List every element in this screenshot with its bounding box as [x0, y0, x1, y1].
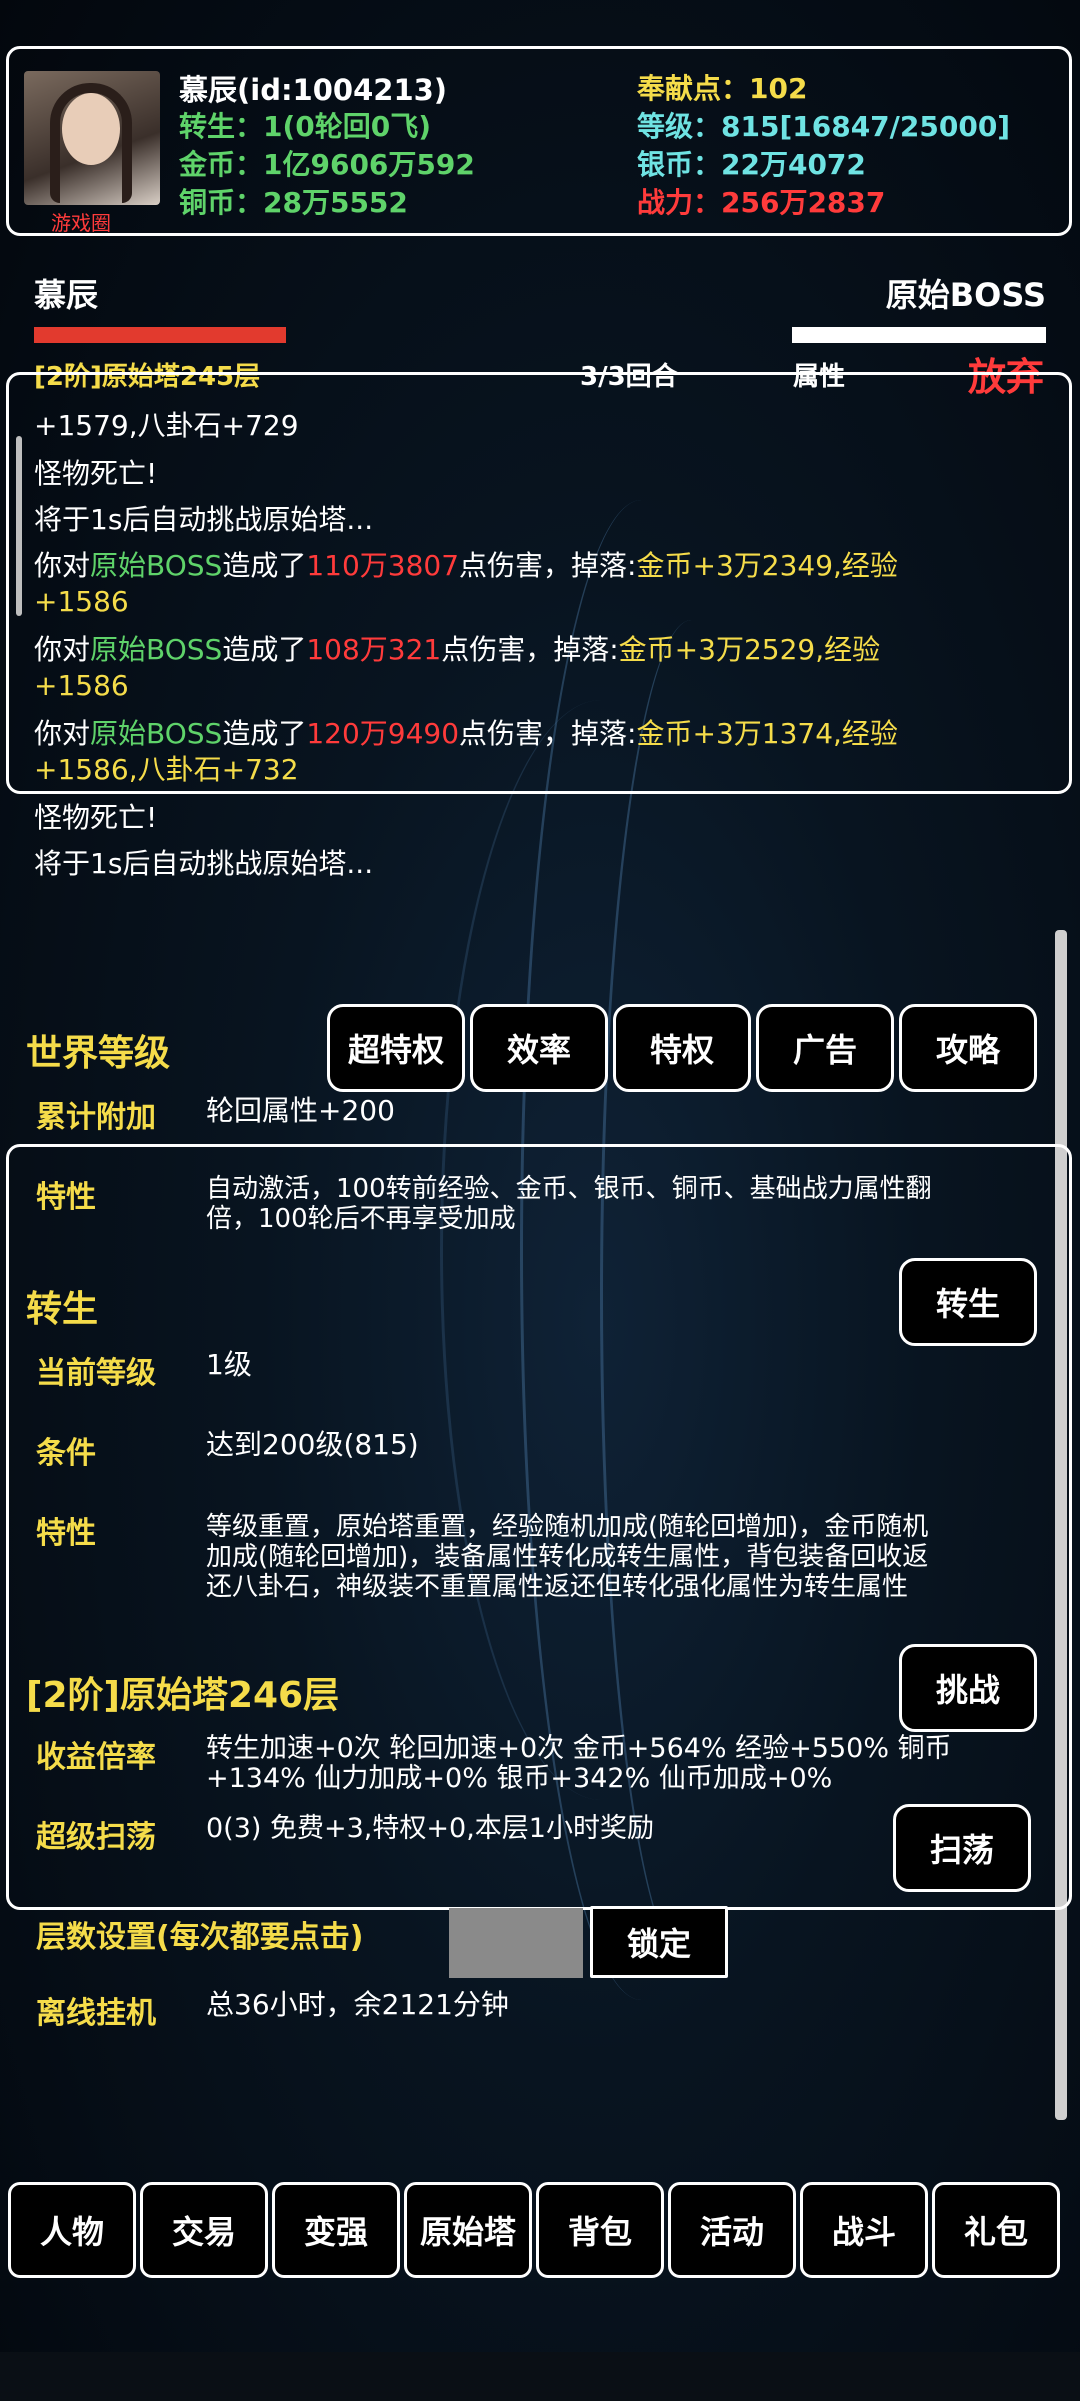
- player-copper: 铜币：28万5552: [179, 186, 408, 219]
- condition-label: 条件: [36, 1436, 96, 1471]
- log-line: 怪物死亡!: [34, 457, 158, 490]
- nav-bag[interactable]: 背包: [536, 2182, 664, 2278]
- yield-label: 收益倍率: [36, 1740, 156, 1775]
- nav-upgrade[interactable]: 变强: [272, 2182, 400, 2278]
- log-scrollbar[interactable]: [16, 436, 22, 616]
- super-privilege-button[interactable]: 超特权: [327, 1004, 465, 1092]
- yield-value: 转生加速+0次 轮回加速+0次 金币+564% 经验+550% 铜币+134% …: [206, 1733, 952, 1794]
- nav-tower[interactable]: 原始塔: [404, 2182, 532, 2278]
- offline-value: 总36小时，余2121分钟: [206, 1988, 509, 2021]
- log-entry: 你对原始BOSS造成了120万9490点伤害，掉落:金币+3万1374,经验 +1…: [34, 717, 898, 786]
- log-entry: 你对原始BOSS造成了108万321点伤害，掉落:金币+3万2529,经验 +15…: [34, 633, 881, 702]
- offline-label: 离线挂机: [36, 1996, 156, 2031]
- player-hp-bar: [34, 327, 286, 343]
- nav-events[interactable]: 活动: [668, 2182, 796, 2278]
- efficiency-button[interactable]: 效率: [470, 1004, 608, 1092]
- log-line: 将于1s后自动挑战原始塔...: [34, 847, 374, 880]
- sweep-button[interactable]: 扫荡: [893, 1804, 1031, 1892]
- lock-button[interactable]: 锁定: [590, 1906, 728, 1978]
- trait2-label: 特性: [36, 1516, 96, 1551]
- player-silver: 银币：22万4072: [637, 148, 866, 181]
- guide-button[interactable]: 攻略: [899, 1004, 1037, 1092]
- battle-player-name: 慕辰: [34, 276, 99, 314]
- player-level: 等级：815[16847/25000]: [637, 110, 1011, 143]
- challenge-button[interactable]: 挑战: [899, 1644, 1037, 1732]
- enemy-hp-bar: [792, 327, 1046, 343]
- nav-battle[interactable]: 战斗: [800, 2182, 928, 2278]
- current-level-label: 当前等级: [36, 1356, 156, 1391]
- battle-enemy-name: 原始BOSS: [885, 276, 1046, 314]
- trait2-value: 等级重置，原始塔重置，经验随机加成(随轮回增加)，金币随机加成(随轮回增加)，装…: [206, 1512, 929, 1602]
- rebirth-button[interactable]: 转生: [899, 1258, 1037, 1346]
- tower-title: [2阶]原始塔246层: [26, 1675, 340, 1716]
- log-line: 将于1s后自动挑战原始塔...: [34, 503, 374, 536]
- log-entry: 你对原始BOSS造成了110万3807点伤害，掉落:金币+3万2349,经验 +1…: [34, 549, 898, 618]
- condition-value: 达到200级(815): [206, 1428, 419, 1461]
- nav-character[interactable]: 人物: [8, 2182, 136, 2278]
- player-rebirth: 转生：1(0轮回0飞): [179, 110, 432, 143]
- rebirth-title: 转生: [26, 1289, 99, 1330]
- privilege-button[interactable]: 特权: [613, 1004, 751, 1092]
- floor-setting-label: 层数设置(每次都要点击): [36, 1920, 364, 1955]
- player-info-panel: 游戏圈 慕辰(id:1004213) 转生：1(0轮回0飞) 金币：1亿9606…: [6, 46, 1072, 236]
- player-contribution: 奉献点：102: [637, 72, 808, 105]
- nav-trade[interactable]: 交易: [140, 2182, 268, 2278]
- bottom-nav: 人物 交易 变强 原始塔 背包 活动 战斗 礼包: [0, 2170, 1080, 2290]
- player-power: 战力：256万2837: [637, 186, 886, 219]
- avatar-caption: 游戏圈: [51, 211, 111, 235]
- avatar-hair: [50, 83, 132, 203]
- avatar[interactable]: [24, 71, 160, 205]
- sweep-label: 超级扫荡: [36, 1820, 156, 1855]
- sweep-value: 0(3) 免费+3,特权+0,本层1小时奖励: [206, 1813, 654, 1844]
- log-line: 怪物死亡!: [34, 801, 158, 834]
- bonus-label: 累计附加: [36, 1100, 156, 1135]
- floor-input[interactable]: [449, 1908, 583, 1978]
- player-name-id: 慕辰(id:1004213): [179, 73, 448, 107]
- player-gold: 金币：1亿9606万592: [179, 148, 475, 181]
- nav-gift[interactable]: 礼包: [932, 2182, 1060, 2278]
- world-level-title: 世界等级: [26, 1033, 171, 1074]
- ad-button[interactable]: 广告: [756, 1004, 894, 1092]
- system-bottom-bar: [0, 2352, 1080, 2401]
- log-line: +1579,八卦石+729: [34, 409, 299, 442]
- trait-value: 自动激活，100转前经验、金币、银币、铜币、基础战力属性翻倍，100轮后不再享受…: [206, 1174, 932, 1234]
- current-level-value: 1级: [206, 1348, 252, 1381]
- bonus-value: 轮回属性+200: [206, 1094, 395, 1127]
- trait-label: 特性: [36, 1180, 96, 1215]
